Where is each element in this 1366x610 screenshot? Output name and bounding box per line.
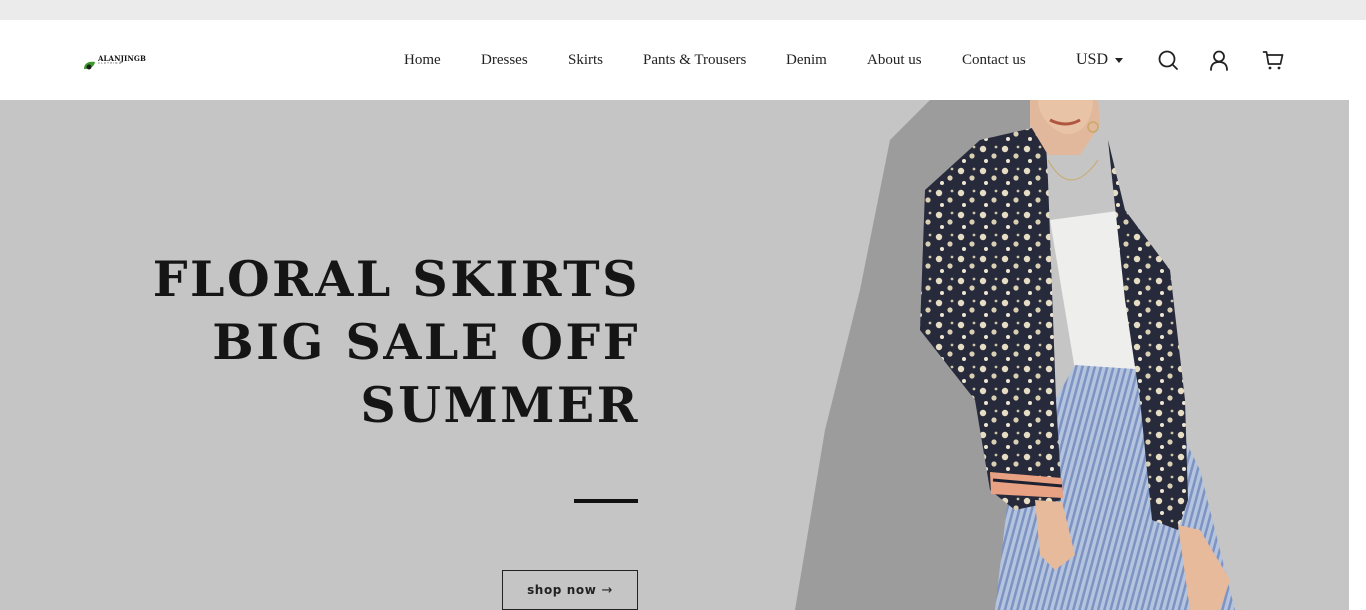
browser-top-strip — [0, 0, 1366, 20]
nav-home[interactable]: Home — [404, 50, 441, 70]
hero-headline: FLORAL SKIRTS BIG SALE OFF SUMMER — [153, 248, 640, 437]
nav-pants-trousers[interactable]: Pants & Trousers — [643, 50, 746, 70]
chevron-down-icon — [1115, 57, 1124, 63]
nav-contact-us[interactable]: Contact us — [962, 50, 1026, 70]
arrow-right-icon: → — [601, 582, 613, 598]
site-header: ALANJINGB CLOTHING Home Dresses Skirts P… — [0, 20, 1349, 100]
hero-divider — [574, 499, 638, 503]
logo-text: ALANJINGB CLOTHING — [98, 55, 146, 66]
shop-now-label: shop now — [527, 583, 597, 597]
hero-banner: FLORAL SKIRTS BIG SALE OFF SUMMER shop n… — [0, 100, 1349, 610]
nav-about-us[interactable]: About us — [867, 50, 922, 70]
leaf-logo-icon — [83, 55, 96, 70]
model-photo — [795, 100, 1235, 610]
search-icon[interactable] — [1157, 49, 1179, 71]
user-icon[interactable] — [1208, 49, 1230, 71]
brand-logo[interactable]: ALANJINGB CLOTHING — [83, 53, 146, 70]
cart-icon[interactable] — [1262, 49, 1284, 71]
hero-headline-line: FLORAL SKIRTS — [152, 250, 640, 308]
nav-dresses[interactable]: Dresses — [481, 50, 528, 70]
hero-headline-line: BIG SALE OFF — [212, 313, 640, 371]
nav-denim[interactable]: Denim — [786, 50, 827, 70]
brand-name: ALANJINGB — [98, 53, 146, 63]
currency-selector[interactable]: USD — [1076, 50, 1124, 70]
hero-headline-line: SUMMER — [360, 376, 640, 434]
currency-value: USD — [1076, 51, 1109, 68]
brand-tagline: CLOTHING — [98, 61, 123, 65]
shop-now-button[interactable]: shop now → — [502, 570, 638, 610]
nav-skirts[interactable]: Skirts — [568, 50, 603, 70]
